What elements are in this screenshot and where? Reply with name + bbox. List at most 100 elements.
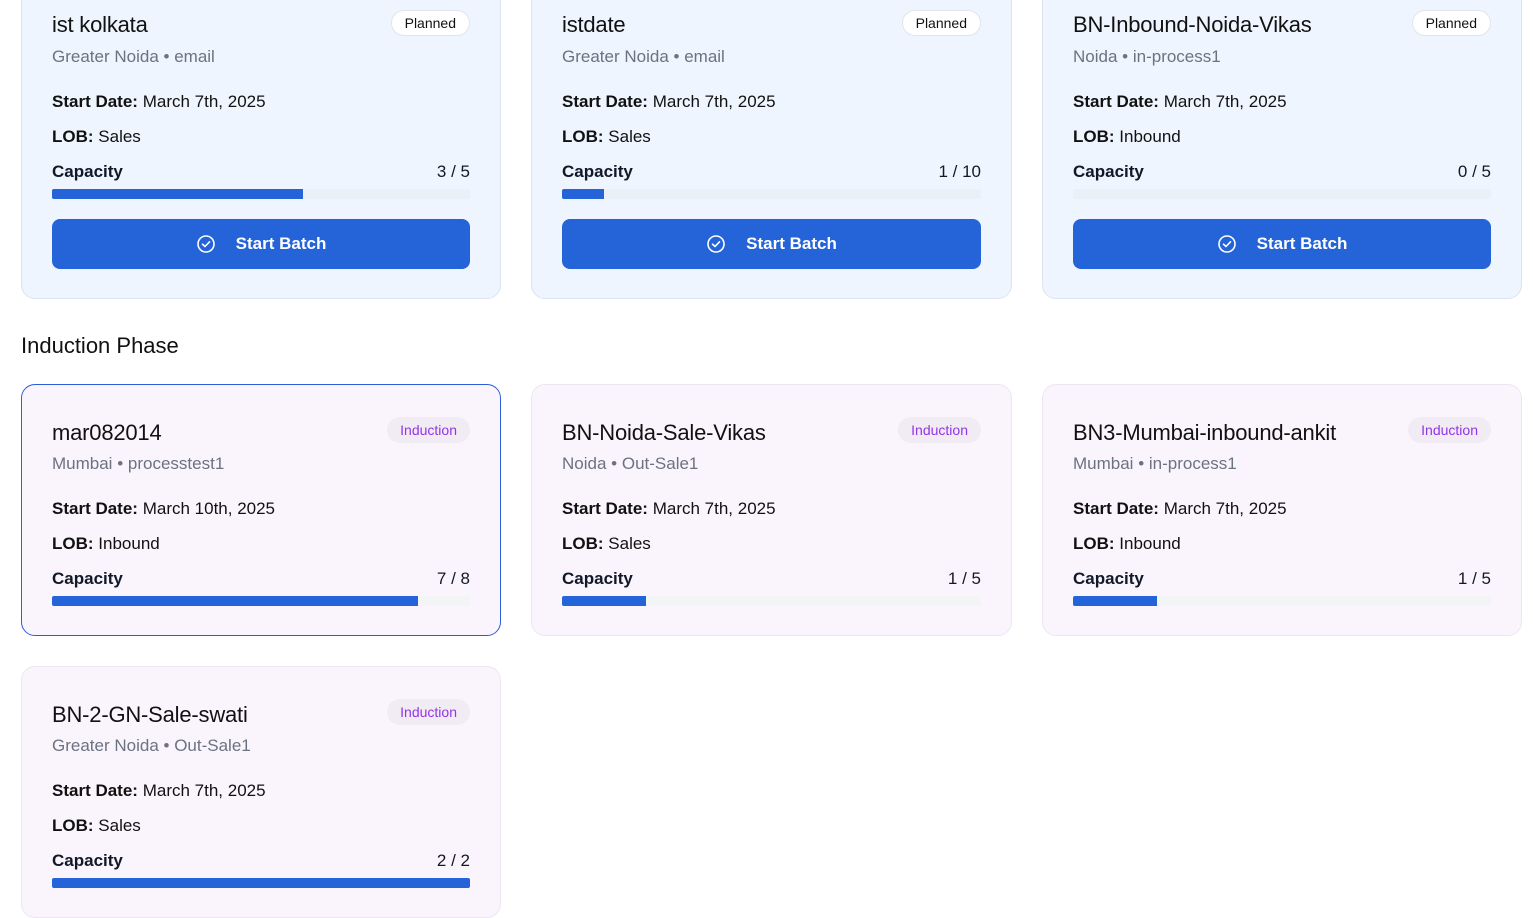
capacity-row: Capacity 1 / 5	[562, 569, 981, 589]
start-batch-button[interactable]: Start Batch	[562, 219, 981, 269]
batch-card-planned[interactable]: ist kolkata Planned Greater Noida • emai…	[21, 0, 501, 299]
batch-process: Out-Sale1	[621, 454, 699, 473]
batch-name: BN-2-GN-Sale-swati	[52, 702, 248, 727]
capacity-value: 1 / 5	[1457, 569, 1491, 588]
lob-row: LOB: Sales	[52, 127, 141, 147]
capacity-value: 1 / 5	[947, 569, 981, 588]
check-circle-icon	[707, 235, 725, 253]
capacity-label: Capacity	[52, 569, 123, 588]
capacity-bar	[52, 878, 470, 888]
batch-card-induction[interactable]: BN-Noida-Sale-Vikas Induction Noida • Ou…	[531, 384, 1012, 636]
capacity-label: Capacity	[52, 162, 123, 181]
capacity-label: Capacity	[52, 851, 123, 870]
status-badge: Planned	[1411, 10, 1491, 36]
separator: •	[673, 47, 680, 66]
start-date-row: Start Date: March 7th, 2025	[52, 92, 266, 112]
capacity-bar-fill	[52, 878, 470, 888]
start-date-row: Start Date: March 7th, 2025	[1073, 92, 1287, 112]
start-date-row: Start Date: March 10th, 2025	[52, 499, 275, 519]
lob-value: Sales	[98, 127, 141, 146]
lob-label: LOB:	[562, 127, 604, 146]
check-circle-icon	[196, 235, 215, 253]
start-date-value: March 7th, 2025	[1163, 92, 1287, 111]
lob-label: LOB:	[1073, 534, 1115, 553]
batch-process: in-process1	[1132, 47, 1221, 66]
start-date-value: March 7th, 2025	[1163, 499, 1287, 518]
capacity-bar	[52, 189, 470, 199]
start-date-row: Start Date: March 7th, 2025	[562, 92, 776, 112]
batch-card-planned[interactable]: BN-Inbound-Noida-Vikas Planned Noida • i…	[1042, 0, 1522, 299]
capacity-bar	[562, 189, 981, 199]
capacity-value: 3 / 5	[436, 162, 470, 181]
capacity-row: Capacity 7 / 8	[52, 569, 470, 589]
start-date-row: Start Date: March 7th, 2025	[1073, 499, 1287, 519]
lob-value: Inbound	[1119, 127, 1181, 146]
capacity-label: Capacity	[1073, 569, 1144, 588]
lob-row: LOB: Inbound	[1073, 534, 1181, 554]
batch-location-process: Noida • in-process1	[1073, 47, 1221, 67]
check-circle-icon	[1217, 235, 1236, 253]
lob-label: LOB:	[52, 534, 94, 553]
lob-label: LOB:	[52, 816, 94, 835]
status-badge: Induction	[387, 417, 470, 443]
batch-card-planned[interactable]: istdate Planned Greater Noida • email St…	[531, 0, 1012, 299]
batch-location-process: Mumbai • in-process1	[1073, 454, 1237, 474]
batch-location-process: Noida • Out-Sale1	[562, 454, 698, 474]
capacity-bar-fill	[52, 189, 303, 199]
batch-name: BN-Inbound-Noida-Vikas	[1073, 12, 1312, 37]
batch-location-process: Greater Noida • email	[562, 47, 725, 67]
start-date-value: March 10th, 2025	[142, 499, 276, 518]
batch-location: Greater Noida	[52, 736, 159, 755]
start-batch-label: Start Batch	[1256, 234, 1348, 253]
batch-location-process: Greater Noida • email	[52, 47, 215, 67]
capacity-label: Capacity	[562, 569, 633, 588]
capacity-label: Capacity	[562, 162, 633, 181]
start-date-label: Start Date:	[562, 499, 648, 518]
start-date-label: Start Date:	[562, 92, 648, 111]
start-date-row: Start Date: March 7th, 2025	[562, 499, 776, 519]
status-badge: Induction	[1408, 417, 1491, 443]
capacity-value: 2 / 2	[436, 851, 470, 870]
batch-location: Mumbai	[52, 454, 113, 473]
capacity-row: Capacity 0 / 5	[1073, 162, 1491, 182]
section-title-induction: Induction Phase	[21, 333, 179, 358]
capacity-bar-fill	[52, 596, 418, 606]
batch-card-induction[interactable]: BN-2-GN-Sale-swati Induction Greater Noi…	[21, 666, 501, 918]
batch-location-process: Greater Noida • Out-Sale1	[52, 736, 251, 756]
separator: •	[1138, 454, 1145, 473]
lob-value: Sales	[608, 127, 651, 146]
start-date-label: Start Date:	[1073, 92, 1159, 111]
start-date-label: Start Date:	[1073, 499, 1159, 518]
start-batch-button[interactable]: Start Batch	[1073, 219, 1491, 269]
batch-card-induction[interactable]: mar082014 Induction Mumbai • processtest…	[21, 384, 501, 636]
lob-row: LOB: Inbound	[1073, 127, 1181, 147]
lob-value: Inbound	[98, 534, 160, 553]
separator: •	[1122, 47, 1129, 66]
lob-label: LOB:	[1073, 127, 1115, 146]
lob-row: LOB: Sales	[52, 816, 141, 836]
start-date-value: March 7th, 2025	[142, 781, 266, 800]
batch-process: email	[684, 47, 725, 66]
batch-name: BN3-Mumbai-inbound-ankit	[1073, 420, 1336, 445]
status-badge: Planned	[390, 10, 470, 36]
start-date-value: March 7th, 2025	[652, 92, 776, 111]
capacity-bar-fill	[1073, 596, 1157, 606]
capacity-bar	[1073, 596, 1491, 606]
capacity-row: Capacity 1 / 10	[562, 162, 981, 182]
lob-row: LOB: Sales	[562, 534, 651, 554]
batch-name: mar082014	[52, 420, 162, 445]
batch-process: processtest1	[127, 454, 225, 473]
start-batch-button[interactable]: Start Batch	[52, 219, 470, 269]
capacity-label: Capacity	[1073, 162, 1144, 181]
batch-card-induction[interactable]: BN3-Mumbai-inbound-ankit Induction Mumba…	[1042, 384, 1522, 636]
start-date-value: March 7th, 2025	[142, 92, 266, 111]
lob-label: LOB:	[562, 534, 604, 553]
capacity-value: 0 / 5	[1457, 162, 1491, 181]
capacity-bar	[1073, 189, 1491, 199]
start-date-label: Start Date:	[52, 781, 138, 800]
batch-process: Out-Sale1	[174, 736, 251, 755]
capacity-bar-fill	[562, 189, 604, 199]
lob-label: LOB:	[52, 127, 94, 146]
capacity-bar	[52, 596, 470, 606]
capacity-row: Capacity 2 / 2	[52, 851, 470, 871]
